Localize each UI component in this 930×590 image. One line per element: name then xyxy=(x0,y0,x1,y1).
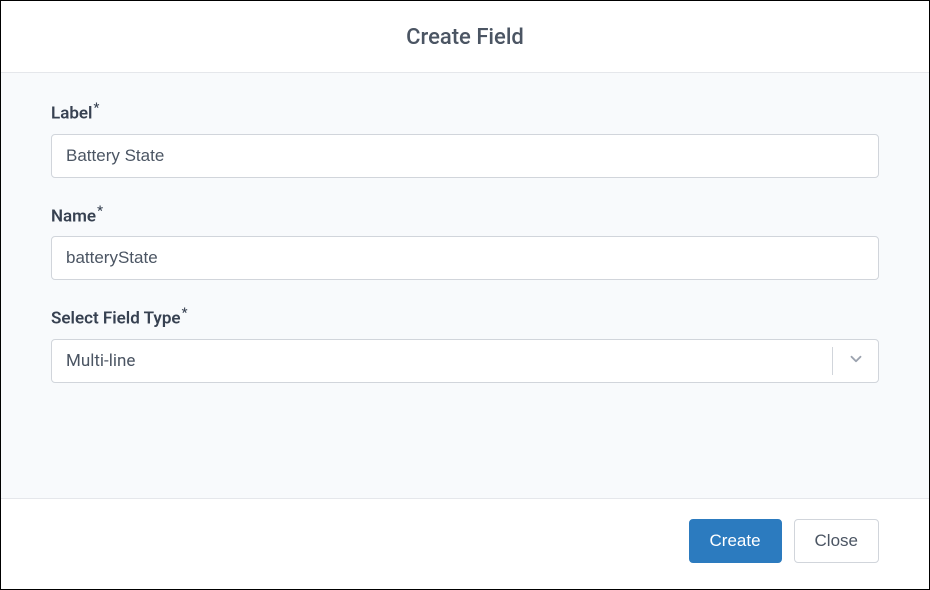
create-button[interactable]: Create xyxy=(689,519,782,563)
type-field-label: Select Field Type* xyxy=(51,306,879,329)
modal-title: Create Field xyxy=(1,25,929,50)
label-form-group: Label* xyxy=(51,101,879,178)
create-field-modal: Create Field Label* Name* Select Field T… xyxy=(0,0,930,590)
required-asterisk: * xyxy=(182,306,188,321)
name-input[interactable] xyxy=(51,236,879,280)
type-select-value: Multi-line xyxy=(66,351,135,371)
name-field-label-text: Name xyxy=(51,206,96,226)
label-field-label: Label* xyxy=(51,101,879,124)
modal-footer: Create Close xyxy=(1,499,929,589)
type-field-label-text: Select Field Type xyxy=(51,309,181,329)
name-form-group: Name* xyxy=(51,204,879,281)
required-asterisk: * xyxy=(97,204,103,219)
required-asterisk: * xyxy=(93,101,99,116)
modal-body: Label* Name* Select Field Type* Multi-li… xyxy=(1,73,929,499)
type-select-wrapper: Multi-line xyxy=(51,339,879,383)
type-select[interactable]: Multi-line xyxy=(51,339,879,383)
type-form-group: Select Field Type* Multi-line xyxy=(51,306,879,383)
modal-header: Create Field xyxy=(1,1,929,73)
close-button[interactable]: Close xyxy=(794,519,879,563)
name-field-label: Name* xyxy=(51,204,879,227)
label-field-label-text: Label xyxy=(51,104,92,124)
label-input[interactable] xyxy=(51,134,879,178)
